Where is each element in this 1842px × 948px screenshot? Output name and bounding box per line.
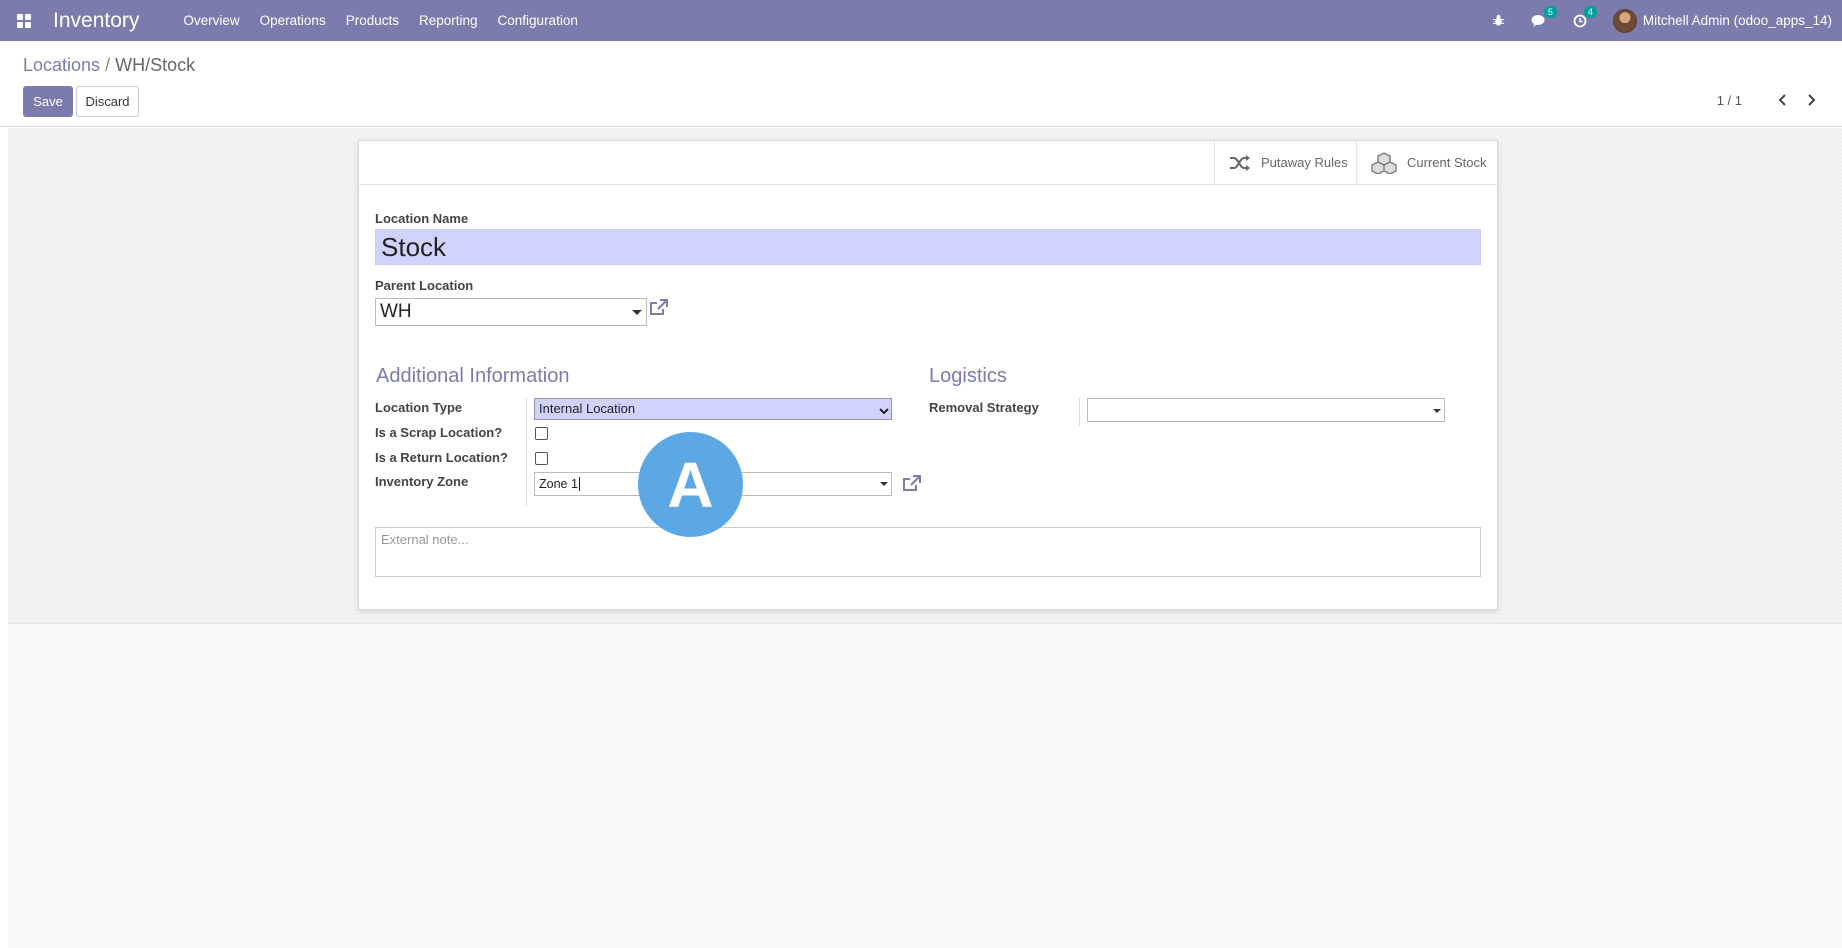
pager: 1 / 1 — [1717, 91, 1820, 109]
parent-location-dropdown-icon[interactable] — [632, 310, 642, 315]
scrap-location-label: Is a Scrap Location? — [375, 425, 503, 440]
inventory-zone-external-link-icon[interactable] — [902, 475, 922, 496]
cubes-icon — [1371, 151, 1397, 174]
logistics-label-separator — [1079, 398, 1080, 426]
location-name-label: Location Name — [375, 211, 469, 226]
inventory-zone-label: Inventory Zone — [375, 474, 469, 489]
inventory-zone-value: Zone 1 — [539, 477, 578, 491]
random-icon — [1229, 154, 1251, 172]
left-gutter — [0, 128, 8, 948]
label-separator — [526, 398, 527, 506]
smart-button-box: Putaway Rules Current Stock — [359, 141, 1497, 185]
user-avatar[interactable] — [1612, 8, 1637, 33]
putaway-rules-button[interactable]: Putaway Rules — [1214, 141, 1356, 184]
breadcrumb-locations[interactable]: Locations — [23, 55, 100, 75]
menu-products[interactable]: Products — [346, 13, 399, 28]
annotation-marker: A — [638, 432, 743, 537]
parent-location-external-link-icon[interactable] — [649, 299, 669, 320]
menu-operations[interactable]: Operations — [260, 13, 326, 28]
parent-location-input[interactable]: WH — [375, 298, 647, 326]
form-sheet: Putaway Rules Current Stock Location Nam… — [358, 140, 1498, 610]
save-button[interactable]: Save — [23, 86, 73, 117]
menu-configuration[interactable]: Configuration — [498, 13, 578, 28]
breadcrumb: Locations / WH/Stock — [23, 55, 195, 76]
breadcrumb-current: WH/Stock — [115, 55, 196, 75]
chat-icon[interactable]: 5 — [1531, 5, 1557, 28]
lower-background — [8, 624, 1842, 948]
location-type-chevron-icon[interactable] — [879, 403, 889, 418]
messages-count-badge: 5 — [1543, 5, 1557, 18]
apps-menu-icon[interactable] — [17, 13, 31, 28]
menu-overview[interactable]: Overview — [183, 13, 239, 28]
user-menu[interactable]: Mitchell Admin (odoo_apps_14) — [1643, 13, 1832, 28]
additional-information-title: Additional Information — [376, 365, 570, 387]
discard-button[interactable]: Discard — [76, 86, 139, 117]
return-location-checkbox[interactable] — [535, 452, 548, 465]
scrap-location-checkbox[interactable] — [535, 427, 548, 440]
removal-strategy-label: Removal Strategy — [929, 400, 1039, 415]
current-stock-label: Current Stock — [1407, 155, 1487, 170]
inventory-zone-dropdown-icon[interactable] — [880, 482, 888, 486]
location-type-select[interactable]: Internal Location — [534, 398, 892, 420]
pager-previous-icon[interactable] — [1774, 91, 1792, 109]
current-stock-button[interactable]: Current Stock — [1356, 141, 1497, 184]
top-navbar: Inventory Overview Operations Products R… — [0, 0, 1842, 41]
clock-icon[interactable]: 4 — [1573, 5, 1597, 28]
menu-reporting[interactable]: Reporting — [419, 13, 478, 28]
parent-location-label: Parent Location — [375, 278, 474, 293]
navbar-systray: 5 4 Mitchell Admin (odoo_apps_14) — [1492, 0, 1832, 41]
return-location-label: Is a Return Location? — [375, 450, 508, 465]
putaway-rules-label: Putaway Rules — [1261, 155, 1348, 170]
logistics-title: Logistics — [929, 365, 1007, 387]
activities-count-badge: 4 — [1583, 5, 1597, 18]
location-name-input[interactable]: Stock — [375, 229, 1481, 265]
breadcrumb-separator: / — [105, 55, 111, 75]
location-type-label: Location Type — [375, 400, 463, 415]
pager-value[interactable]: 1 / 1 — [1717, 93, 1742, 108]
external-note-field[interactable]: External note... — [375, 527, 1481, 577]
text-cursor — [578, 477, 580, 491]
bug-icon[interactable] — [1492, 14, 1505, 27]
pager-next-icon[interactable] — [1802, 91, 1820, 109]
app-name[interactable]: Inventory — [53, 9, 139, 33]
removal-strategy-dropdown-icon[interactable] — [1433, 409, 1441, 413]
removal-strategy-input[interactable] — [1087, 398, 1445, 422]
control-panel: Locations / WH/Stock Save Discard 1 / 1 — [0, 41, 1842, 127]
